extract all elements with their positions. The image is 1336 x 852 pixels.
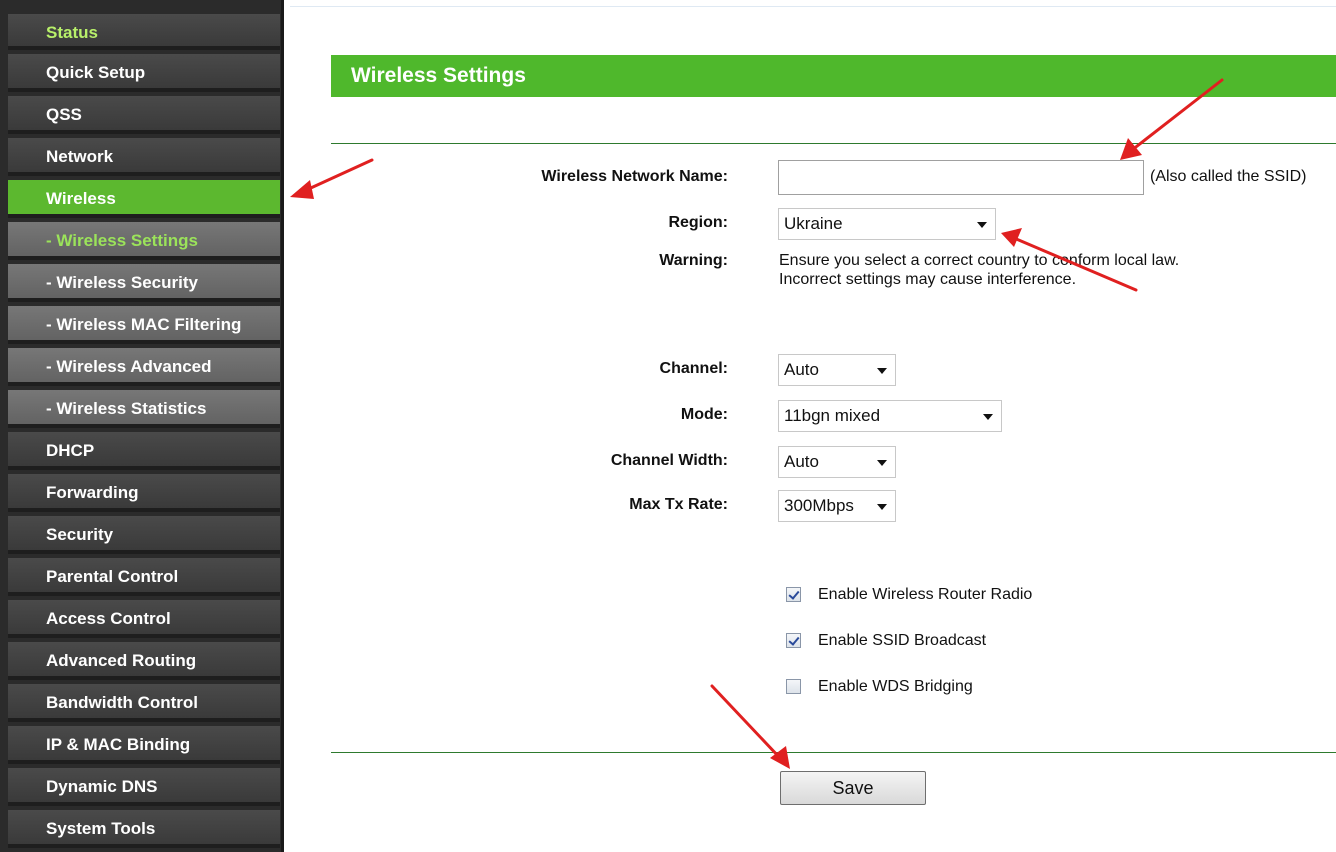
arrow-head bbox=[290, 180, 314, 199]
chevron-down-icon bbox=[877, 504, 887, 510]
save-button[interactable]: Save bbox=[780, 771, 926, 805]
channel-label: Channel: bbox=[659, 360, 728, 377]
channel-width-select-value: Auto bbox=[784, 452, 819, 471]
mode-label: Mode: bbox=[680, 406, 728, 423]
chevron-down-icon bbox=[877, 368, 887, 374]
warning-text-line-1: Ensure you select a correct country to c… bbox=[779, 252, 1180, 269]
top-divider bbox=[290, 6, 1336, 7]
enable-wds-bridging-checkbox[interactable] bbox=[786, 679, 801, 694]
form-top-divider bbox=[331, 143, 1336, 144]
arrow-head bbox=[770, 746, 790, 769]
ssid-hint: (Also called the SSID) bbox=[1150, 168, 1307, 185]
enable-radio-checkbox[interactable] bbox=[786, 587, 801, 602]
sidebar-item-access-control[interactable]: Access Control bbox=[8, 600, 280, 638]
arrow-head bbox=[1120, 138, 1142, 160]
channel-select-value: Auto bbox=[784, 360, 819, 379]
ssid-label: Wireless Network Name: bbox=[541, 168, 728, 185]
sidebar-item-forwarding[interactable]: Forwarding bbox=[8, 474, 280, 512]
page-title: Wireless Settings bbox=[331, 55, 1336, 97]
max-tx-rate-label: Max Tx Rate: bbox=[629, 496, 728, 513]
chevron-down-icon bbox=[977, 222, 987, 228]
arrow-to-wireless-menu bbox=[300, 158, 374, 194]
sidebar-item-quick-setup[interactable]: Quick Setup bbox=[8, 54, 280, 92]
sidebar-item-parental-control[interactable]: Parental Control bbox=[8, 558, 280, 596]
region-select[interactable]: Ukraine bbox=[778, 208, 996, 240]
mode-select-value: 11bgn mixed bbox=[784, 406, 881, 425]
sidebar-item-wireless-statistics[interactable]: - Wireless Statistics bbox=[8, 390, 280, 428]
sidebar-item-wireless-security[interactable]: - Wireless Security bbox=[8, 264, 280, 302]
sidebar-item-advanced-routing[interactable]: Advanced Routing bbox=[8, 642, 280, 680]
channel-select[interactable]: Auto bbox=[778, 354, 896, 386]
mode-select[interactable]: 11bgn mixed bbox=[778, 400, 1002, 432]
warning-text-line-2: Incorrect settings may cause interferenc… bbox=[779, 271, 1077, 288]
form-bottom-divider bbox=[331, 752, 1336, 753]
sidebar-item-wireless[interactable]: Wireless bbox=[8, 180, 280, 218]
arrow-head bbox=[1001, 228, 1022, 247]
sidebar-item-wireless-advanced[interactable]: - Wireless Advanced bbox=[8, 348, 280, 386]
sidebar-item-wireless-settings[interactable]: - Wireless Settings bbox=[8, 222, 280, 260]
max-tx-rate-select[interactable]: 300Mbps bbox=[778, 490, 896, 522]
region-label: Region: bbox=[668, 214, 728, 231]
enable-ssid-broadcast-checkbox[interactable] bbox=[786, 633, 801, 648]
sidebar-item-network[interactable]: Network bbox=[8, 138, 280, 176]
sidebar-item-bandwidth-control[interactable]: Bandwidth Control bbox=[8, 684, 280, 722]
max-tx-rate-select-value: 300Mbps bbox=[784, 496, 854, 515]
chevron-down-icon bbox=[877, 460, 887, 466]
sidebar-item-qss[interactable]: QSS bbox=[8, 96, 280, 134]
warning-label: Warning: bbox=[659, 252, 728, 269]
sidebar-item-dhcp[interactable]: DHCP bbox=[8, 432, 280, 470]
sidebar-item-security[interactable]: Security bbox=[8, 516, 280, 554]
channel-width-label: Channel Width: bbox=[610, 452, 728, 469]
enable-ssid-broadcast-label: Enable SSID Broadcast bbox=[818, 632, 987, 649]
ssid-input[interactable] bbox=[778, 160, 1144, 195]
sidebar-item-ip-mac-binding[interactable]: IP & MAC Binding bbox=[8, 726, 280, 764]
channel-width-select[interactable]: Auto bbox=[778, 446, 896, 478]
enable-wds-bridging-label: Enable WDS Bridging bbox=[818, 678, 973, 695]
sidebar-item-system-tools[interactable]: System Tools bbox=[8, 810, 280, 848]
sidebar-item-wireless-mac-filtering[interactable]: - Wireless MAC Filtering bbox=[8, 306, 280, 344]
arrow-to-save-button bbox=[710, 684, 782, 760]
region-select-value: Ukraine bbox=[784, 214, 843, 233]
enable-radio-label: Enable Wireless Router Radio bbox=[818, 586, 1033, 603]
sidebar-item-status[interactable]: Status bbox=[8, 14, 280, 50]
chevron-down-icon bbox=[983, 414, 993, 420]
sidebar: Status Quick Setup QSS Network Wireless … bbox=[0, 0, 284, 852]
sidebar-item-dynamic-dns[interactable]: Dynamic DNS bbox=[8, 768, 280, 806]
